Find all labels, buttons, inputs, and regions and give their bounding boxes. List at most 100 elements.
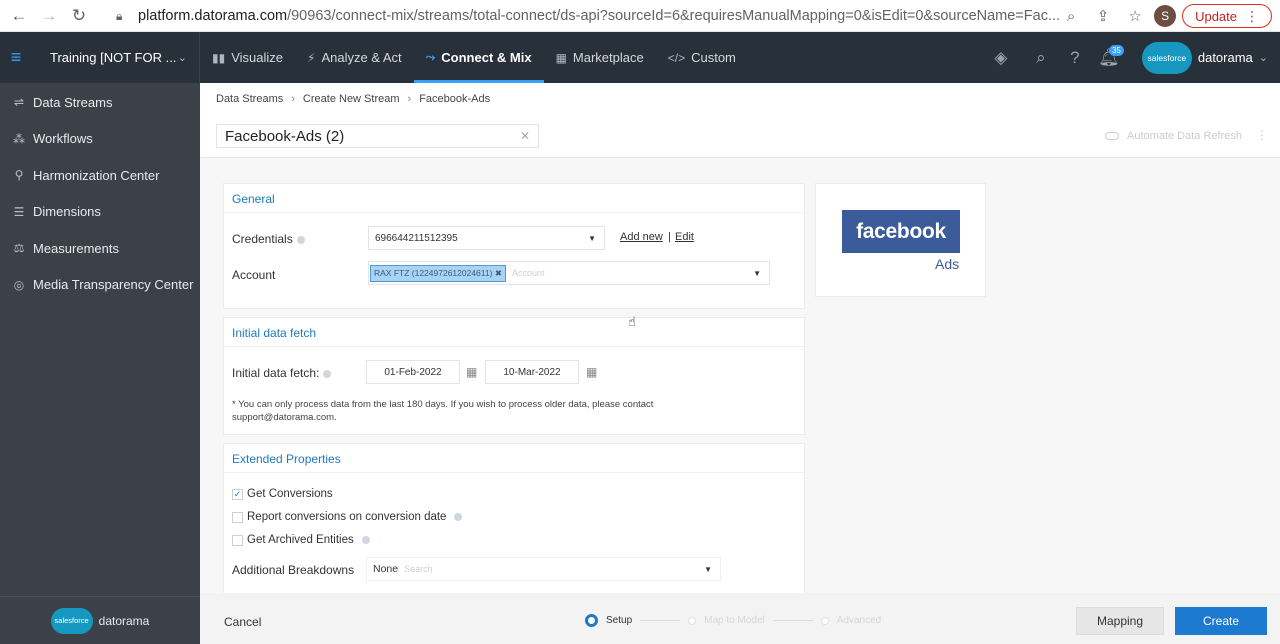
- step-label-map-to-model[interactable]: Map to Model: [704, 615, 765, 626]
- checkbox-icon: [232, 511, 243, 523]
- caret-down-icon: ▼: [588, 233, 596, 243]
- nav-connect-mix[interactable]: ⤳ Connect & Mix: [413, 32, 544, 83]
- account-label: Account: [232, 268, 276, 282]
- get-conversions-checkbox[interactable]: ✓ Get Conversions: [232, 488, 333, 500]
- notification-badge: 35: [1108, 45, 1124, 56]
- account-tag[interactable]: RAX FTZ (1224972612024611) ✖: [370, 264, 506, 282]
- credentials-label: Credentials: [232, 232, 305, 246]
- nav-marketplace[interactable]: ▦ Marketplace: [544, 32, 656, 83]
- bar-chart-icon: ▮▮: [212, 50, 226, 65]
- zoom-icon[interactable]: ⌕: [1058, 3, 1084, 29]
- back-icon[interactable]: ←: [4, 1, 34, 31]
- update-button[interactable]: Update ⋮: [1182, 4, 1272, 28]
- kebab-menu-icon[interactable]: ⋮: [1256, 128, 1268, 142]
- account-select[interactable]: RAX FTZ (1224972612024611) ✖ Account ▼: [368, 261, 770, 285]
- sidebar-item-label: Workflows: [33, 131, 93, 147]
- create-button[interactable]: Create: [1175, 607, 1267, 635]
- lock-icon: 🔒︎: [116, 8, 123, 23]
- nav-custom[interactable]: </> Custom: [656, 32, 748, 83]
- connector-card: facebook Ads: [815, 183, 986, 297]
- academy-icon[interactable]: ◈: [978, 32, 1024, 83]
- workspace-selector[interactable]: Training [NOT FOR ... ⌄: [32, 32, 200, 83]
- sidebar-item-harmonization-center[interactable]: ⚲ Harmonization Center: [0, 157, 200, 194]
- stream-name-input[interactable]: Facebook-Ads (2) ✕: [216, 124, 539, 148]
- mapping-button[interactable]: Mapping: [1076, 607, 1164, 635]
- sidebar-item-label: Harmonization Center: [33, 167, 160, 183]
- nav-label: Custom: [691, 50, 736, 65]
- breadcrumb-data-streams[interactable]: Data Streams: [216, 93, 283, 105]
- extended-properties-section: Extended Properties ✓ Get Conversions Re…: [223, 443, 806, 593]
- facebook-logo: facebook: [842, 210, 960, 253]
- calendar-icon[interactable]: ▦: [586, 365, 597, 379]
- edit-link[interactable]: Edit: [675, 231, 694, 243]
- address-bar[interactable]: 🔒︎ platform.datorama.com/90963/connect-m…: [116, 5, 1176, 27]
- salesforce-logo: salesforce: [50, 607, 93, 634]
- breadcrumb-create-new-stream[interactable]: Create New Stream: [303, 93, 400, 105]
- stream-name-value: Facebook-Ads (2): [225, 127, 345, 145]
- wizard-footer: Cancel Setup Map to Model Advanced Mappi…: [200, 593, 1280, 644]
- sidebar-item-measurements[interactable]: ⚖︎ Measurements: [0, 230, 200, 267]
- menu-icon[interactable]: ≡: [0, 32, 32, 83]
- workflow-icon: ⁂: [13, 131, 25, 146]
- update-label: Update: [1195, 8, 1237, 24]
- checkbox-label: Get Archived Entities: [247, 534, 354, 546]
- nav-analyze-act[interactable]: ⚡︎ Analyze & Act: [295, 32, 414, 83]
- nav-label: Analyze & Act: [321, 50, 402, 65]
- main-content: Data Streams › Create New Stream › Faceb…: [200, 83, 1280, 644]
- nav-visualize[interactable]: ▮▮ Visualize: [200, 32, 295, 83]
- chevron-down-icon: ⌄: [1258, 52, 1268, 64]
- link-separator: |: [668, 231, 671, 243]
- credentials-value: 696644211512395: [375, 232, 458, 244]
- credentials-select[interactable]: 696644211512395 ▼: [368, 226, 605, 250]
- remove-tag-icon[interactable]: ✖: [495, 268, 502, 278]
- general-section: General Credentials 696644211512395 ▼ Ad…: [223, 183, 806, 309]
- automate-data-refresh-toggle[interactable]: Automate Data Refresh: [1105, 130, 1242, 142]
- breakdowns-value: None: [373, 563, 399, 575]
- toggle-icon: [1105, 132, 1120, 140]
- forward-icon[interactable]: →: [34, 1, 64, 31]
- share-icon[interactable]: ⇪: [1090, 3, 1116, 29]
- sidebar-item-data-streams[interactable]: ⇌ Data Streams: [0, 84, 200, 121]
- reload-icon[interactable]: ↻: [64, 1, 94, 31]
- measurements-icon: ⚖︎: [13, 241, 25, 256]
- step-label-setup[interactable]: Setup: [606, 615, 632, 626]
- chevron-right-icon: ›: [291, 93, 295, 105]
- add-new-link[interactable]: Add new: [620, 231, 663, 243]
- initial-data-fetch-section: Initial data fetch Initial data fetch: 0…: [223, 317, 806, 435]
- clear-icon[interactable]: ✕: [520, 129, 530, 143]
- bell-icon[interactable]: 🔔︎ 35: [1092, 32, 1126, 83]
- grid-icon: ▦: [555, 50, 567, 65]
- section-title: Extended Properties: [232, 452, 341, 466]
- code-icon: </>: [667, 50, 686, 65]
- profile-avatar[interactable]: S: [1154, 5, 1177, 27]
- footer-brand-name: datorama: [98, 613, 150, 628]
- salesforce-logo: salesforce: [1141, 41, 1192, 74]
- sidebar-item-workflows[interactable]: ⁂ Workflows: [0, 121, 200, 158]
- sidebar-item-dimensions[interactable]: ☰ Dimensions: [0, 194, 200, 231]
- get-archived-entities-checkbox[interactable]: Get Archived Entities: [232, 534, 370, 546]
- info-icon: [361, 536, 370, 544]
- checkbox-label: Get Conversions: [247, 488, 333, 500]
- info-icon: [454, 513, 463, 521]
- step-label-advanced[interactable]: Advanced: [837, 615, 881, 626]
- breadcrumb-current: Facebook-Ads: [419, 93, 491, 105]
- step-setup-indicator: [585, 614, 598, 627]
- chevron-right-icon: ›: [407, 93, 412, 105]
- search-icon[interactable]: ⌕: [1024, 32, 1058, 83]
- report-conversions-checkbox[interactable]: Report conversions on conversion date: [232, 511, 463, 523]
- additional-breakdowns-select[interactable]: None Search ▼: [366, 557, 721, 581]
- calendar-icon[interactable]: ▦: [466, 365, 477, 379]
- cancel-button[interactable]: Cancel: [224, 615, 261, 629]
- help-icon[interactable]: ?: [1058, 32, 1092, 83]
- step-connector: [640, 620, 681, 621]
- checkbox-icon: [232, 534, 243, 546]
- sidebar-item-media-transparency-center[interactable]: ◎ Media Transparency Center: [0, 267, 200, 304]
- sidebar-item-label: Dimensions: [33, 204, 101, 220]
- automate-label: Automate Data Refresh: [1127, 130, 1242, 142]
- nav-label: Marketplace: [572, 50, 644, 65]
- brand-logo[interactable]: salesforce datorama ⌄: [1126, 41, 1280, 74]
- end-date-input[interactable]: 10-Mar-2022: [485, 360, 579, 384]
- sidebar-item-label: Measurements: [33, 240, 119, 256]
- star-icon[interactable]: ☆: [1122, 3, 1148, 29]
- start-date-input[interactable]: 01-Feb-2022: [366, 360, 460, 384]
